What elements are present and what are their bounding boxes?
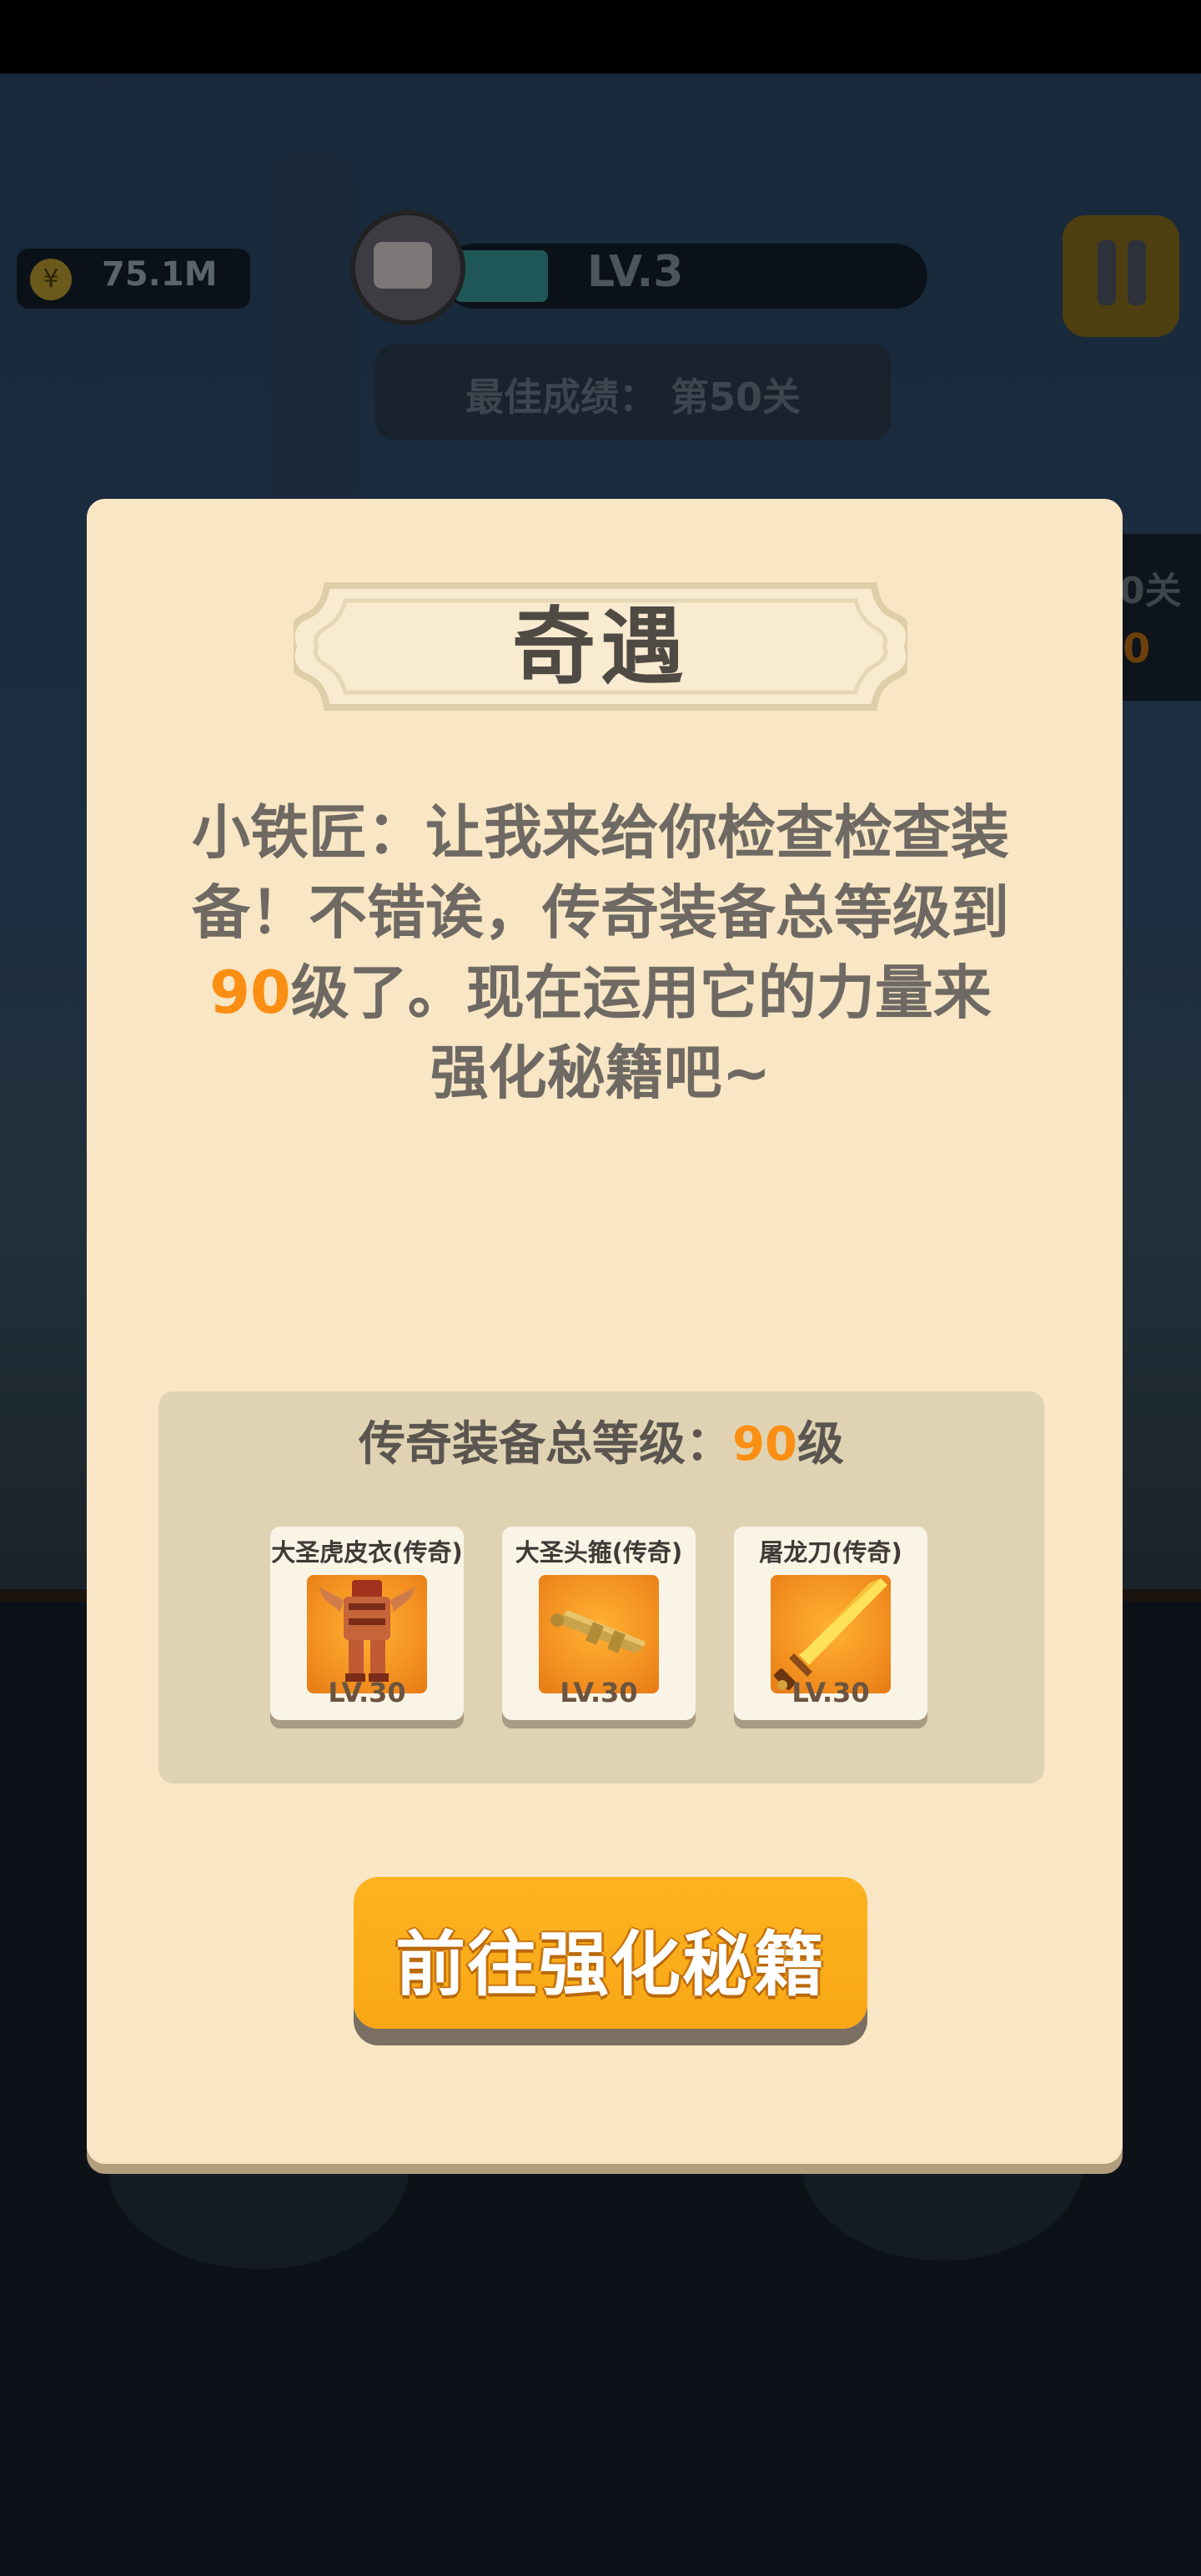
side-stage-text: 0关 xyxy=(1119,570,1182,612)
dragon-slayer-sword-icon xyxy=(771,1575,891,1693)
equipment-card-sword[interactable]: 屠龙刀(传奇) LV.30 xyxy=(734,1527,927,1720)
story-line: 强化秘籍吧~ xyxy=(430,1039,771,1107)
equipment-name: 大圣虎皮衣(传奇) xyxy=(271,1538,463,1567)
total-level-value: 90 xyxy=(732,1417,797,1472)
pause-icon-bar xyxy=(1128,240,1146,305)
equipment-level: LV.30 xyxy=(791,1677,870,1708)
story-line: 备！不错诶，传奇装备总等级到 xyxy=(192,878,1009,947)
story-text: 小铁匠：让我来给你检查检查装 备！不错诶，传奇装备总等级到 90级了。现在运用它… xyxy=(125,792,1076,1113)
go-enhance-manual-button[interactable]: 前往强化秘籍 xyxy=(354,1877,867,2029)
equipment-level: LV.30 xyxy=(328,1677,406,1708)
equipment-name: 大圣头箍(传奇) xyxy=(515,1538,683,1567)
level-progress-fill xyxy=(455,250,548,302)
equipment-name: 屠龙刀(传奇) xyxy=(759,1538,902,1567)
equipment-card-headband[interactable]: 大圣头箍(传奇) LV.30 xyxy=(502,1527,696,1720)
dialog-title: 奇遇 xyxy=(512,598,689,696)
go-button-label: 前往强化秘籍 xyxy=(394,1924,826,2005)
story-line: 90级了。现在运用它的力量来 xyxy=(125,953,1076,1033)
golden-headband-icon xyxy=(539,1575,659,1693)
level-label: LV.3 xyxy=(587,247,684,297)
equipment-level: LV.30 xyxy=(560,1677,638,1708)
side-stage-value: 0 xyxy=(1123,626,1151,672)
avatar-face-icon xyxy=(374,242,432,289)
status-bar xyxy=(0,0,1201,73)
pause-icon xyxy=(1098,240,1116,305)
story-line: 小铁匠：让我来给你检查检查装 xyxy=(192,798,1009,867)
total-level-line: 传奇装备总等级：90级 xyxy=(158,1413,1044,1477)
coin-amount: 75.1M xyxy=(102,255,218,294)
coin-icon: ¥ xyxy=(30,259,72,300)
equipment-card-armor[interactable]: 大圣虎皮衣(传奇) LV.30 xyxy=(270,1527,464,1720)
total-level-suffix: 级 xyxy=(796,1417,844,1472)
total-level-label: 传奇装备总等级： xyxy=(359,1417,733,1472)
tiger-armor-icon xyxy=(307,1575,427,1693)
story-level-highlight: 90 xyxy=(209,958,291,1027)
best-record-text: 最佳成绩： 第50关 xyxy=(465,375,802,420)
story-line-rest: 级了。现在运用它的力量来 xyxy=(290,958,992,1027)
pause-button[interactable] xyxy=(1063,215,1179,337)
